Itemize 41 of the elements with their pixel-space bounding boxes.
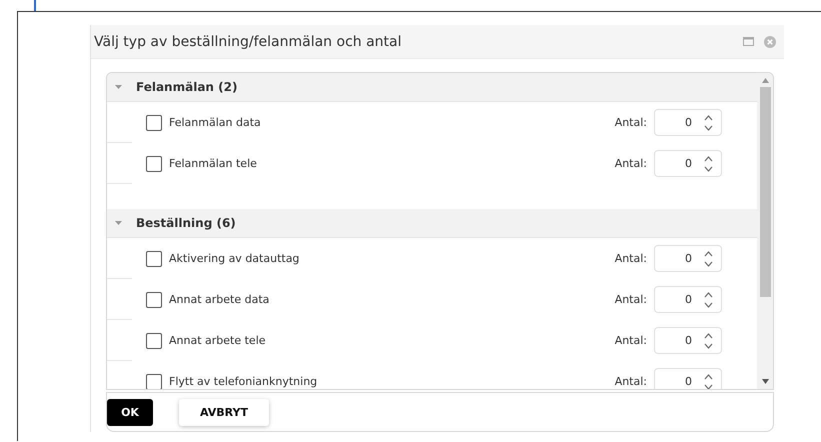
quantity-label: Antal: [614, 252, 647, 265]
checkbox[interactable] [146, 250, 162, 266]
group-title: Beställning (6) [136, 216, 236, 230]
quantity-label: Antal: [614, 334, 647, 347]
item-label: Annat arbete tele [169, 334, 267, 347]
dialog-title: Välj typ av beställning/felanmälan och antal [94, 34, 402, 50]
checkbox[interactable] [146, 114, 162, 130]
collapse-caret-icon[interactable] [115, 84, 122, 90]
spin-arrows-icon[interactable] [704, 154, 713, 172]
quantity-spinner[interactable]: 0 [654, 245, 722, 272]
checkbox[interactable] [146, 156, 162, 172]
quantity-label: Antal: [614, 157, 647, 170]
spin-arrows-icon[interactable] [704, 290, 713, 308]
quantity-label: Antal: [614, 116, 647, 129]
group-header[interactable]: Beställning (6) [107, 209, 757, 238]
quantity-label: Antal: [614, 375, 647, 388]
quantity-spinner[interactable]: 0 [654, 150, 722, 177]
spin-arrows-icon[interactable] [704, 250, 713, 268]
cancel-button[interactable]: AVBRYT [179, 398, 269, 426]
checkbox[interactable] [146, 374, 162, 389]
item-label: Flytt av telefonianknytning [169, 375, 318, 388]
collapse-caret-icon[interactable] [115, 220, 122, 226]
item-label: Felanmälan data [169, 116, 262, 129]
quantity-label: Antal: [614, 293, 647, 306]
item-label: Aktivering av datauttag [169, 252, 300, 265]
quantity-spinner[interactable]: 0 [654, 109, 722, 136]
checkbox[interactable] [146, 292, 162, 308]
quantity-spinner[interactable]: 0 [654, 286, 722, 313]
item-label: Annat arbete data [169, 293, 270, 306]
quantity-spinner[interactable]: 0 [654, 368, 722, 389]
scroll-down-icon[interactable] [762, 379, 768, 384]
group-title: Felanmälan (2) [136, 80, 238, 94]
quantity-spinner[interactable]: 0 [654, 327, 722, 354]
checkbox[interactable] [146, 332, 162, 348]
ok-button[interactable]: OK [107, 398, 153, 426]
spin-arrows-icon[interactable] [704, 114, 713, 132]
scrollbar[interactable] [757, 73, 773, 389]
item-label: Felanmälan tele [169, 157, 258, 170]
spin-arrows-icon[interactable] [704, 332, 713, 350]
group-header[interactable]: Felanmälan (2) [107, 73, 757, 102]
spin-arrows-icon[interactable] [704, 372, 713, 389]
